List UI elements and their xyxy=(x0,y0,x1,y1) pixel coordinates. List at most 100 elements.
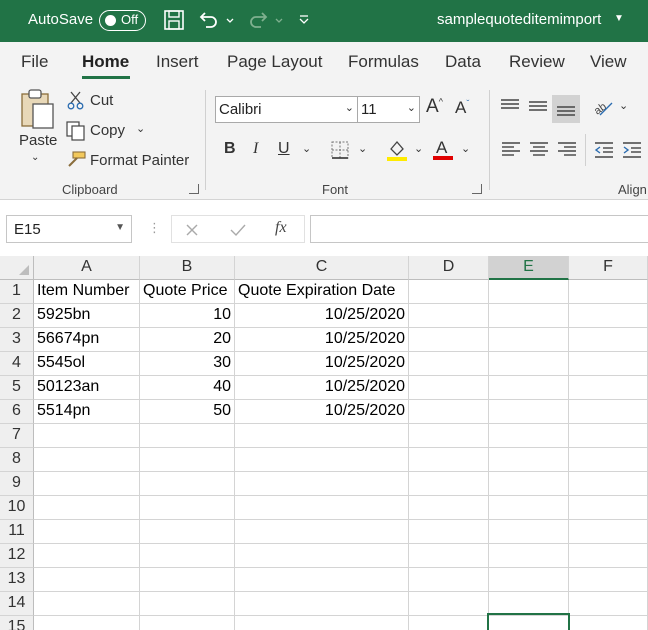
cell-e9[interactable] xyxy=(489,472,569,496)
cell-a5[interactable]: 50123an xyxy=(34,376,140,400)
undo-icon[interactable] xyxy=(197,8,221,32)
cell-c12[interactable] xyxy=(235,544,409,568)
cell-c8[interactable] xyxy=(235,448,409,472)
font-color-dropdown-icon[interactable]: ⌄ xyxy=(461,142,470,155)
cell-f15[interactable] xyxy=(569,616,648,630)
file-name-dropdown-icon[interactable]: ▼ xyxy=(614,13,624,24)
cell-f6[interactable] xyxy=(569,400,648,424)
cell-b14[interactable] xyxy=(140,592,235,616)
cell-b6[interactable]: 50 xyxy=(140,400,235,424)
cell-a10[interactable] xyxy=(34,496,140,520)
orientation-icon[interactable]: ab xyxy=(592,96,616,118)
tab-home[interactable]: Home xyxy=(82,52,129,72)
cell-d2[interactable] xyxy=(409,304,489,328)
cell-a11[interactable] xyxy=(34,520,140,544)
row-header-9[interactable]: 9 xyxy=(0,472,34,496)
cell-f11[interactable] xyxy=(569,520,648,544)
cell-a13[interactable] xyxy=(34,568,140,592)
insert-function-icon[interactable]: fx xyxy=(275,219,287,237)
cell-c4[interactable]: 10/25/2020 xyxy=(235,352,409,376)
cell-b8[interactable] xyxy=(140,448,235,472)
cell-a14[interactable] xyxy=(34,592,140,616)
cell-a3[interactable]: 56674pn xyxy=(34,328,140,352)
cell-e5[interactable] xyxy=(489,376,569,400)
tab-file[interactable]: File xyxy=(21,52,48,72)
cell-b9[interactable] xyxy=(140,472,235,496)
cell-f14[interactable] xyxy=(569,592,648,616)
cell-e13[interactable] xyxy=(489,568,569,592)
decrease-indent-icon[interactable] xyxy=(593,140,615,160)
cell-a4[interactable]: 5545ol xyxy=(34,352,140,376)
cell-f1[interactable] xyxy=(569,280,648,304)
cell-e14[interactable] xyxy=(489,592,569,616)
cell-e7[interactable] xyxy=(489,424,569,448)
row-header-7[interactable]: 7 xyxy=(0,424,34,448)
row-header-1[interactable]: 1 xyxy=(0,280,34,304)
cut-button[interactable]: Cut xyxy=(90,92,113,109)
cell-d3[interactable] xyxy=(409,328,489,352)
format-painter-icon[interactable] xyxy=(65,150,87,170)
column-header-f[interactable]: F xyxy=(569,256,648,280)
cell-b13[interactable] xyxy=(140,568,235,592)
cell-d8[interactable] xyxy=(409,448,489,472)
row-header-10[interactable]: 10 xyxy=(0,496,34,520)
drag-handle-icon[interactable]: ⋮ xyxy=(148,220,161,236)
increase-font-size-icon[interactable]: A^ xyxy=(426,96,443,118)
row-header-3[interactable]: 3 xyxy=(0,328,34,352)
cell-f5[interactable] xyxy=(569,376,648,400)
tab-view[interactable]: View xyxy=(590,52,627,72)
cell-e2[interactable] xyxy=(489,304,569,328)
cell-e3[interactable] xyxy=(489,328,569,352)
cell-a6[interactable]: 5514pn xyxy=(34,400,140,424)
decrease-font-size-icon[interactable]: Aˇ xyxy=(455,98,469,118)
cell-c6[interactable]: 10/25/2020 xyxy=(235,400,409,424)
format-painter-button[interactable]: Format Painter xyxy=(90,152,189,169)
cell-b5[interactable]: 40 xyxy=(140,376,235,400)
copy-button[interactable]: Copy xyxy=(90,122,125,139)
undo-dropdown-icon[interactable] xyxy=(224,8,236,32)
row-header-12[interactable]: 12 xyxy=(0,544,34,568)
cell-a8[interactable] xyxy=(34,448,140,472)
row-header-11[interactable]: 11 xyxy=(0,520,34,544)
cell-a1[interactable]: Item Number xyxy=(34,280,140,304)
cell-d6[interactable] xyxy=(409,400,489,424)
copy-icon[interactable] xyxy=(65,120,87,142)
cell-b4[interactable]: 30 xyxy=(140,352,235,376)
save-icon[interactable] xyxy=(162,8,186,32)
cell-d7[interactable] xyxy=(409,424,489,448)
cell-d10[interactable] xyxy=(409,496,489,520)
tab-data[interactable]: Data xyxy=(445,52,481,72)
file-name[interactable]: samplequoteditemimport xyxy=(437,11,601,28)
font-color-icon[interactable]: A xyxy=(431,136,455,162)
font-dialog-launcher-icon[interactable] xyxy=(472,184,482,194)
align-right-icon[interactable] xyxy=(556,140,578,160)
cell-a2[interactable]: 5925bn xyxy=(34,304,140,328)
cell-f13[interactable] xyxy=(569,568,648,592)
autosave-toggle[interactable]: Off xyxy=(99,10,146,31)
cell-b1[interactable]: Quote Price xyxy=(140,280,235,304)
cell-e10[interactable] xyxy=(489,496,569,520)
redo-dropdown-icon[interactable] xyxy=(273,8,285,32)
cell-b11[interactable] xyxy=(140,520,235,544)
row-header-2[interactable]: 2 xyxy=(0,304,34,328)
cell-d15[interactable] xyxy=(409,616,489,630)
cell-c10[interactable] xyxy=(235,496,409,520)
cell-a9[interactable] xyxy=(34,472,140,496)
cell-f4[interactable] xyxy=(569,352,648,376)
underline-dropdown-icon[interactable]: ⌄ xyxy=(302,142,311,155)
cell-d13[interactable] xyxy=(409,568,489,592)
italic-button[interactable]: I xyxy=(253,140,258,158)
bold-button[interactable]: B xyxy=(224,140,236,158)
fill-color-icon[interactable] xyxy=(386,138,408,162)
cell-e15[interactable] xyxy=(489,616,569,630)
cell-e12[interactable] xyxy=(489,544,569,568)
cell-b2[interactable]: 10 xyxy=(140,304,235,328)
row-header-4[interactable]: 4 xyxy=(0,352,34,376)
cell-c1[interactable]: Quote Expiration Date xyxy=(235,280,409,304)
cell-f9[interactable] xyxy=(569,472,648,496)
cell-c11[interactable] xyxy=(235,520,409,544)
cell-b7[interactable] xyxy=(140,424,235,448)
tab-formulas[interactable]: Formulas xyxy=(348,52,419,72)
customize-quick-access-icon[interactable] xyxy=(297,8,311,32)
cell-d4[interactable] xyxy=(409,352,489,376)
